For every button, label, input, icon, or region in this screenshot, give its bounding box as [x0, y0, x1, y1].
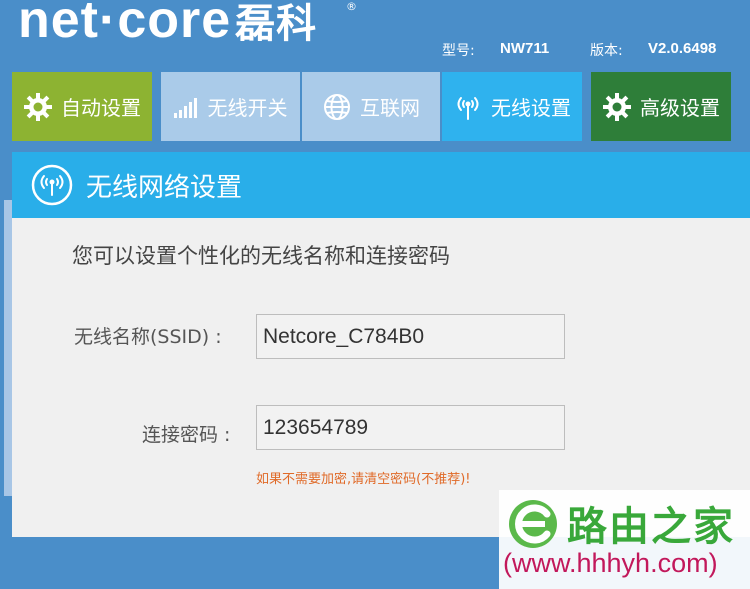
ssid-input[interactable]: [256, 314, 565, 359]
tab-advanced-settings-label: 高级设置: [640, 96, 720, 120]
panel-title: 无线网络设置: [86, 172, 243, 203]
wifi-antenna-circle-icon: [31, 164, 73, 206]
wireless-settings-panel: 无线网络设置 您可以设置个性化的无线名称和连接密码 无线名称(SSID) : 连…: [12, 152, 750, 537]
watermark-url: (www.hhhyh.com): [503, 548, 718, 578]
globe-icon: [324, 93, 350, 120]
tab-wireless-settings[interactable]: 无线设置: [442, 72, 582, 141]
password-input[interactable]: [256, 405, 565, 450]
tab-auto-setup-label: 自动设置: [61, 96, 141, 120]
registered-mark: ®: [346, 0, 357, 13]
site-watermark: 路由之家 (www.hhhyh.com): [499, 490, 750, 589]
tab-auto-setup[interactable]: 自动设置: [12, 72, 152, 141]
tab-advanced-settings[interactable]: 高级设置: [591, 72, 731, 141]
panel-header: 无线网络设置: [12, 152, 750, 218]
version-value: V2.0.6498: [648, 40, 717, 57]
model-value: NW711: [500, 40, 550, 57]
brand-logo: net·core 磊科: [18, 0, 318, 49]
watermark-brand: 路由之家: [567, 504, 735, 550]
tab-wireless-settings-label: 无线设置: [491, 96, 571, 120]
watermark-logo-icon: [509, 500, 557, 548]
tab-wireless-switch[interactable]: 无线开关: [161, 72, 300, 141]
tab-wireless-switch-label: 无线开关: [207, 96, 288, 120]
app-header: net·core 磊科 ® 型号: NW711 版本: V2.0.6498: [0, 0, 750, 70]
signal-bars-icon: [173, 97, 197, 118]
gear-icon: [603, 92, 631, 121]
tab-internet-label: 互联网: [360, 96, 420, 120]
gear-icon: [24, 92, 52, 121]
antenna-icon: [457, 96, 479, 120]
model-label: 型号:: [442, 43, 475, 59]
version-label: 版本:: [590, 43, 623, 59]
password-label: 连接密码 :: [142, 424, 231, 446]
tab-internet[interactable]: 互联网: [302, 72, 440, 141]
intro-text: 您可以设置个性化的无线名称和连接密码: [72, 244, 450, 268]
ssid-label: 无线名称(SSID) :: [74, 326, 222, 348]
password-hint: 如果不需要加密,请清空密码(不推荐)!: [256, 472, 471, 487]
